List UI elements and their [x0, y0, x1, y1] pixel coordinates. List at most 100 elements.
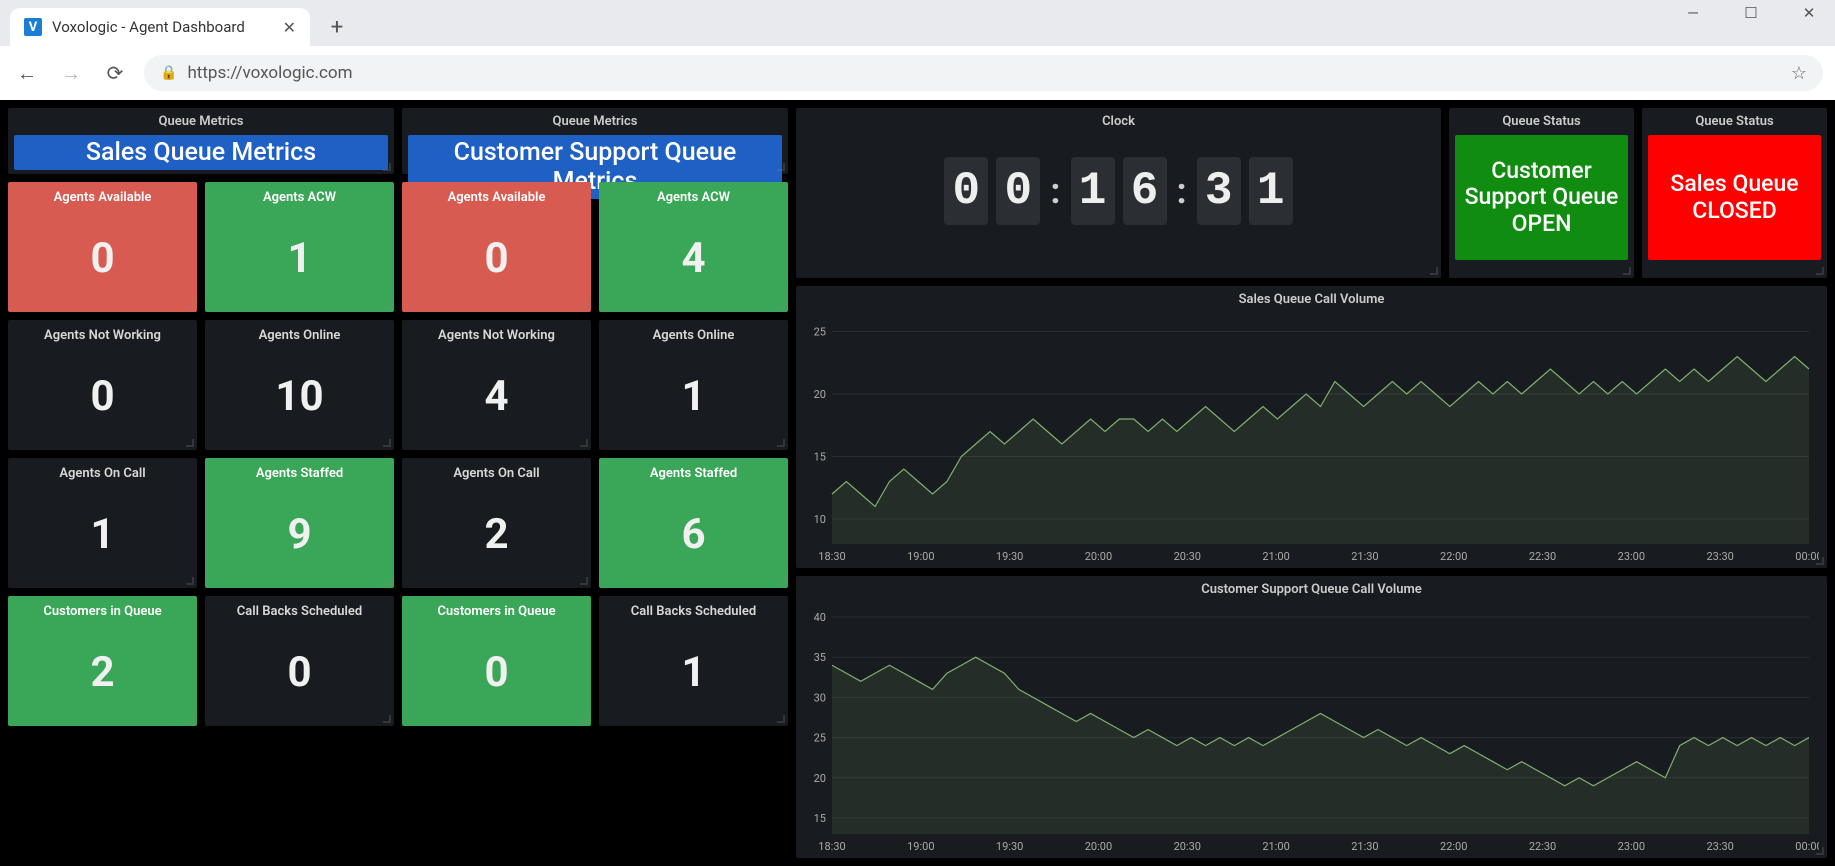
resize-handle-icon[interactable] [776, 714, 786, 724]
svg-text:22:30: 22:30 [1529, 840, 1556, 853]
resize-handle-icon[interactable] [382, 300, 392, 310]
support-queue-status: Customer Support Queue OPEN [1455, 135, 1628, 260]
svg-text:23:30: 23:30 [1706, 840, 1733, 853]
svg-text:30: 30 [814, 691, 826, 704]
metric-tile: Customers in Queue2 [8, 596, 197, 726]
panel-title: Queue Status [1642, 108, 1827, 133]
metric-value: 4 [484, 343, 508, 450]
forward-button[interactable]: → [56, 58, 86, 88]
svg-text:21:30: 21:30 [1351, 550, 1378, 563]
resize-handle-icon[interactable] [776, 300, 786, 310]
resize-handle-icon[interactable] [776, 162, 786, 172]
svg-text:19:30: 19:30 [996, 550, 1023, 563]
resize-handle-icon[interactable] [185, 300, 195, 310]
metric-value: 1 [681, 343, 705, 450]
clock-digit: 0 [944, 157, 988, 225]
clock-display: 00:16:31 [796, 133, 1441, 248]
svg-text:15: 15 [814, 451, 826, 464]
panel-title: Queue Status [1449, 108, 1634, 133]
metric-value: 0 [90, 205, 114, 312]
svg-text:20:30: 20:30 [1174, 550, 1201, 563]
resize-handle-icon[interactable] [382, 576, 392, 586]
metric-value: 9 [287, 481, 311, 588]
metric-tile: Agents On Call1 [8, 458, 197, 588]
sales-chart: 1015202518:3019:0019:3020:0020:3021:0021… [800, 313, 1819, 564]
sales-queue-title: Sales Queue Metrics [14, 135, 388, 170]
resize-handle-icon[interactable] [185, 576, 195, 586]
panel-title: Queue Metrics [402, 108, 788, 133]
svg-text:20:00: 20:00 [1085, 550, 1112, 563]
clock-panel: Clock 00:16:31 [796, 108, 1441, 278]
bookmark-star-icon[interactable]: ☆ [1791, 63, 1807, 84]
resize-handle-icon[interactable] [382, 438, 392, 448]
resize-handle-icon[interactable] [382, 714, 392, 724]
svg-text:18:30: 18:30 [818, 840, 845, 853]
svg-text:22:30: 22:30 [1529, 550, 1556, 563]
chart-title: Customer Support Queue Call Volume [796, 576, 1827, 599]
resize-handle-icon[interactable] [1622, 266, 1632, 276]
svg-text:19:00: 19:00 [907, 840, 934, 853]
metric-tile: Call Backs Scheduled0 [205, 596, 394, 726]
clock-digit: 6 [1123, 157, 1167, 225]
metric-tile: Agents Staffed6 [599, 458, 788, 588]
resize-handle-icon[interactable] [579, 576, 589, 586]
reload-button[interactable]: ⟳ [100, 58, 130, 88]
resize-handle-icon[interactable] [1815, 846, 1825, 856]
maximize-icon[interactable]: ☐ [1737, 4, 1765, 22]
close-tab-icon[interactable]: ✕ [283, 18, 296, 37]
tab-bar: V Voxologic - Agent Dashboard ✕ + ― ☐ ✕ [0, 0, 1835, 46]
clock-digit: 3 [1197, 157, 1241, 225]
svg-text:23:00: 23:00 [1618, 840, 1645, 853]
svg-text:22:00: 22:00 [1440, 840, 1467, 853]
metric-label: Agents Staffed [650, 466, 737, 481]
svg-text:21:00: 21:00 [1262, 550, 1289, 563]
resize-handle-icon[interactable] [579, 714, 589, 724]
resize-handle-icon[interactable] [1815, 266, 1825, 276]
support-chart-panel: Customer Support Queue Call Volume 15202… [796, 576, 1827, 858]
svg-text:22:00: 22:00 [1440, 550, 1467, 563]
metric-tile: Agents ACW4 [599, 182, 788, 312]
sales-chart-panel: Sales Queue Call Volume 1015202518:3019:… [796, 286, 1827, 568]
resize-handle-icon[interactable] [579, 300, 589, 310]
metric-label: Agents Available [54, 190, 152, 205]
browser-chrome: V Voxologic - Agent Dashboard ✕ + ― ☐ ✕ … [0, 0, 1835, 100]
metric-tile: Agents Online1 [599, 320, 788, 450]
metric-label: Agents Not Working [44, 328, 161, 343]
resize-handle-icon[interactable] [1429, 266, 1439, 276]
metric-tile: Agents On Call2 [402, 458, 591, 588]
support-chart: 15202530354018:3019:0019:3020:0020:3021:… [800, 603, 1819, 854]
resize-handle-icon[interactable] [1815, 556, 1825, 566]
metric-tile: Call Backs Scheduled1 [599, 596, 788, 726]
resize-handle-icon[interactable] [579, 438, 589, 448]
metric-value: 0 [484, 619, 508, 726]
metric-tile: Agents Staffed9 [205, 458, 394, 588]
resize-handle-icon[interactable] [185, 714, 195, 724]
metric-tile: Agents Online10 [205, 320, 394, 450]
svg-text:21:00: 21:00 [1262, 840, 1289, 853]
favicon: V [24, 18, 42, 36]
close-window-icon[interactable]: ✕ [1795, 4, 1823, 22]
svg-text:20:30: 20:30 [1174, 840, 1201, 853]
svg-text:25: 25 [814, 326, 826, 339]
address-bar[interactable]: 🔒 https://voxologic.com ☆ [144, 55, 1823, 91]
metric-label: Call Backs Scheduled [631, 604, 757, 619]
new-tab-button[interactable]: + [322, 12, 352, 42]
svg-text:15: 15 [814, 812, 826, 825]
support-status-panel: Queue Status Customer Support Queue OPEN [1449, 108, 1634, 278]
svg-text:20: 20 [814, 388, 826, 401]
resize-handle-icon[interactable] [185, 438, 195, 448]
panel-title: Clock [796, 108, 1441, 133]
metric-label: Agents Online [259, 328, 341, 343]
resize-handle-icon[interactable] [382, 162, 392, 172]
resize-handle-icon[interactable] [776, 438, 786, 448]
browser-tab[interactable]: V Voxologic - Agent Dashboard ✕ [10, 8, 310, 46]
metrics-grid: Agents Available0Agents ACW1Agents Avail… [8, 182, 788, 726]
metric-value: 1 [681, 619, 705, 726]
sales-queue-status: Sales Queue CLOSED [1648, 135, 1821, 260]
back-button[interactable]: ← [12, 58, 42, 88]
resize-handle-icon[interactable] [776, 576, 786, 586]
minimize-icon[interactable]: ― [1679, 4, 1707, 22]
svg-text:23:30: 23:30 [1706, 550, 1733, 563]
metric-label: Agents On Call [59, 466, 145, 481]
metric-label: Customers in Queue [43, 604, 161, 619]
